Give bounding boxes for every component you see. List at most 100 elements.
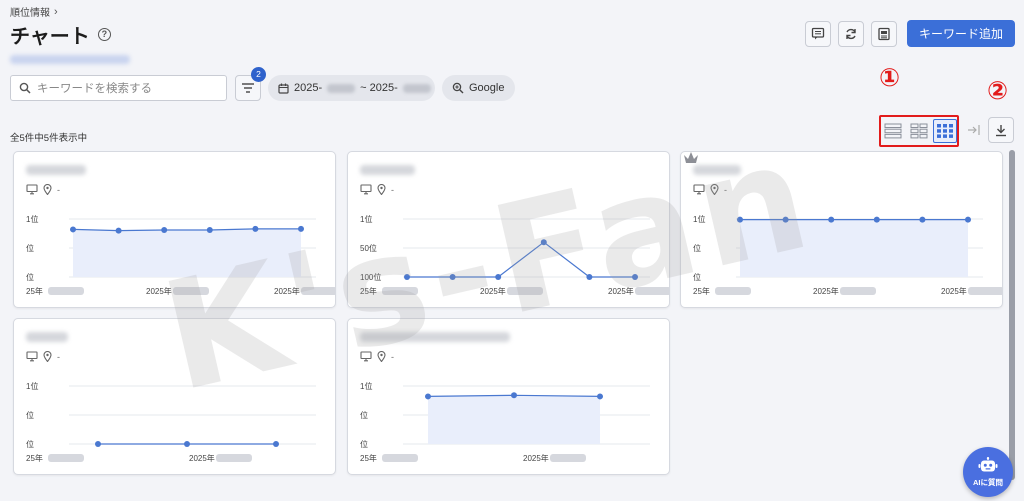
breadcrumb[interactable]: 順位情報 ›: [10, 4, 58, 20]
ai-assistant-button[interactable]: AIに質問: [963, 447, 1013, 497]
x-tick-label: 2025年: [941, 286, 967, 296]
y-tick-label: 位: [360, 439, 368, 449]
site-url-blurred: [10, 55, 130, 64]
y-tick-label: 1位: [26, 381, 38, 391]
data-point: [404, 274, 410, 280]
refresh-icon: [846, 28, 856, 39]
data-point: [70, 226, 76, 233]
data-point: [586, 274, 593, 280]
x-tick-label: 2025年: [813, 286, 839, 296]
y-tick-label: 位: [26, 410, 34, 420]
x-tick-blurred: [382, 454, 418, 462]
data-point: [95, 441, 101, 447]
keyword-name-blurred: [26, 165, 86, 175]
calendar-icon: [278, 83, 289, 94]
date-start-blurred: [327, 83, 356, 93]
page-title-text: チャート: [10, 26, 90, 48]
card-meta: -: [693, 184, 727, 195]
y-tick-label: 100位: [360, 272, 381, 282]
y-tick-label: 1位: [360, 214, 372, 224]
keyword-chart-card[interactable]: - 1位 50位 100位 25年 2025年 2025年: [347, 151, 670, 308]
data-point: [425, 393, 431, 400]
location-pin-icon: [377, 184, 386, 195]
desktop-icon: [26, 184, 38, 195]
keyword-search-input[interactable]: キーワードを検索する: [10, 75, 227, 101]
date-separator: ~ 2025-: [360, 82, 398, 94]
series-line: [407, 241, 635, 278]
rank-line-chart: 1位 50位 100位 25年 2025年 2025年: [360, 214, 669, 296]
download-button[interactable]: [988, 117, 1014, 143]
keyword-chart-card[interactable]: - 1位位位 25年 2025年: [13, 318, 336, 475]
search-engine-chip[interactable]: Google: [442, 75, 515, 101]
data-point: [495, 274, 502, 280]
card-meta: -: [26, 184, 60, 195]
y-tick-label: 位: [26, 243, 34, 253]
y-tick-label: 50位: [360, 243, 377, 253]
x-tick-blurred: [301, 287, 335, 295]
data-point: [184, 441, 190, 447]
data-point: [298, 225, 304, 232]
result-count-text: 全5件中5件表示中: [10, 133, 88, 144]
data-point: [161, 227, 168, 234]
location-value: -: [391, 351, 394, 362]
filter-button[interactable]: 2: [235, 67, 266, 101]
card-meta: -: [26, 351, 60, 362]
comment-button[interactable]: [804, 20, 831, 47]
x-tick-label: 2025年: [189, 453, 215, 463]
y-tick-label: 1位: [26, 214, 38, 224]
keyword-name-blurred: [360, 332, 510, 342]
rank-line-chart: 1位位位25年 2025年 2025年: [26, 214, 335, 296]
report-button[interactable]: [870, 20, 897, 47]
add-keyword-button[interactable]: キーワード追加: [906, 20, 1015, 47]
x-tick-blurred: [48, 287, 84, 295]
x-tick-label: 25年: [360, 453, 377, 463]
desktop-icon: [360, 351, 372, 362]
collapse-panel-button[interactable]: [964, 117, 984, 143]
y-tick-label: 位: [360, 410, 368, 420]
keyword-name-blurred: [26, 332, 68, 342]
x-tick-blurred: [840, 287, 876, 295]
keyword-chart-card[interactable]: - 1位位位 25年 2025年: [347, 318, 670, 475]
x-tick-blurred: [173, 287, 209, 295]
annotation-marker-2: ②: [987, 76, 1009, 105]
y-tick-label: 1位: [693, 214, 705, 224]
data-point: [782, 216, 789, 223]
y-tick-label: 位: [693, 243, 701, 253]
location-value: -: [724, 184, 727, 195]
data-point: [919, 216, 926, 223]
view-two-column-button[interactable]: [907, 119, 931, 143]
search-icon: [19, 82, 31, 94]
data-point: [873, 216, 880, 223]
desktop-icon: [360, 184, 372, 195]
x-tick-blurred: [550, 454, 586, 462]
date-range-chip[interactable]: 2025- ~ 2025-: [268, 75, 435, 101]
scrollbar[interactable]: [1009, 150, 1015, 480]
breadcrumb-ranking[interactable]: 順位情報: [10, 4, 50, 19]
help-icon[interactable]: ?: [97, 28, 111, 41]
y-tick-label: 位: [26, 272, 34, 282]
x-tick-label: 2025年: [274, 286, 300, 296]
data-point: [828, 216, 835, 223]
data-point: [449, 274, 456, 280]
scrollbar-thumb[interactable]: [1009, 150, 1015, 480]
series-area: [73, 228, 301, 277]
data-point: [597, 393, 603, 400]
keyword-chart-card[interactable]: - 1位位位 25年 2025年 2025年: [13, 151, 336, 308]
data-point: [115, 227, 122, 234]
view-list-button[interactable]: [881, 119, 905, 143]
desktop-icon: [693, 184, 705, 195]
data-point: [511, 392, 517, 399]
desktop-icon: [26, 351, 38, 362]
refresh-button[interactable]: [837, 20, 864, 47]
series-area: [740, 219, 968, 277]
grid-view-icon: [937, 124, 953, 138]
x-tick-label: 2025年: [480, 286, 506, 296]
view-layout-toggle: [879, 115, 959, 147]
top-actions: キーワード追加: [804, 20, 1015, 47]
location-pin-icon: [377, 351, 386, 362]
view-three-column-button[interactable]: [933, 119, 957, 143]
card-meta: -: [360, 184, 394, 195]
x-tick-blurred: [216, 454, 252, 462]
y-tick-label: 1位: [360, 381, 372, 391]
keyword-chart-card[interactable]: - 1位位位 25年 2025年 2025年: [680, 151, 1003, 308]
